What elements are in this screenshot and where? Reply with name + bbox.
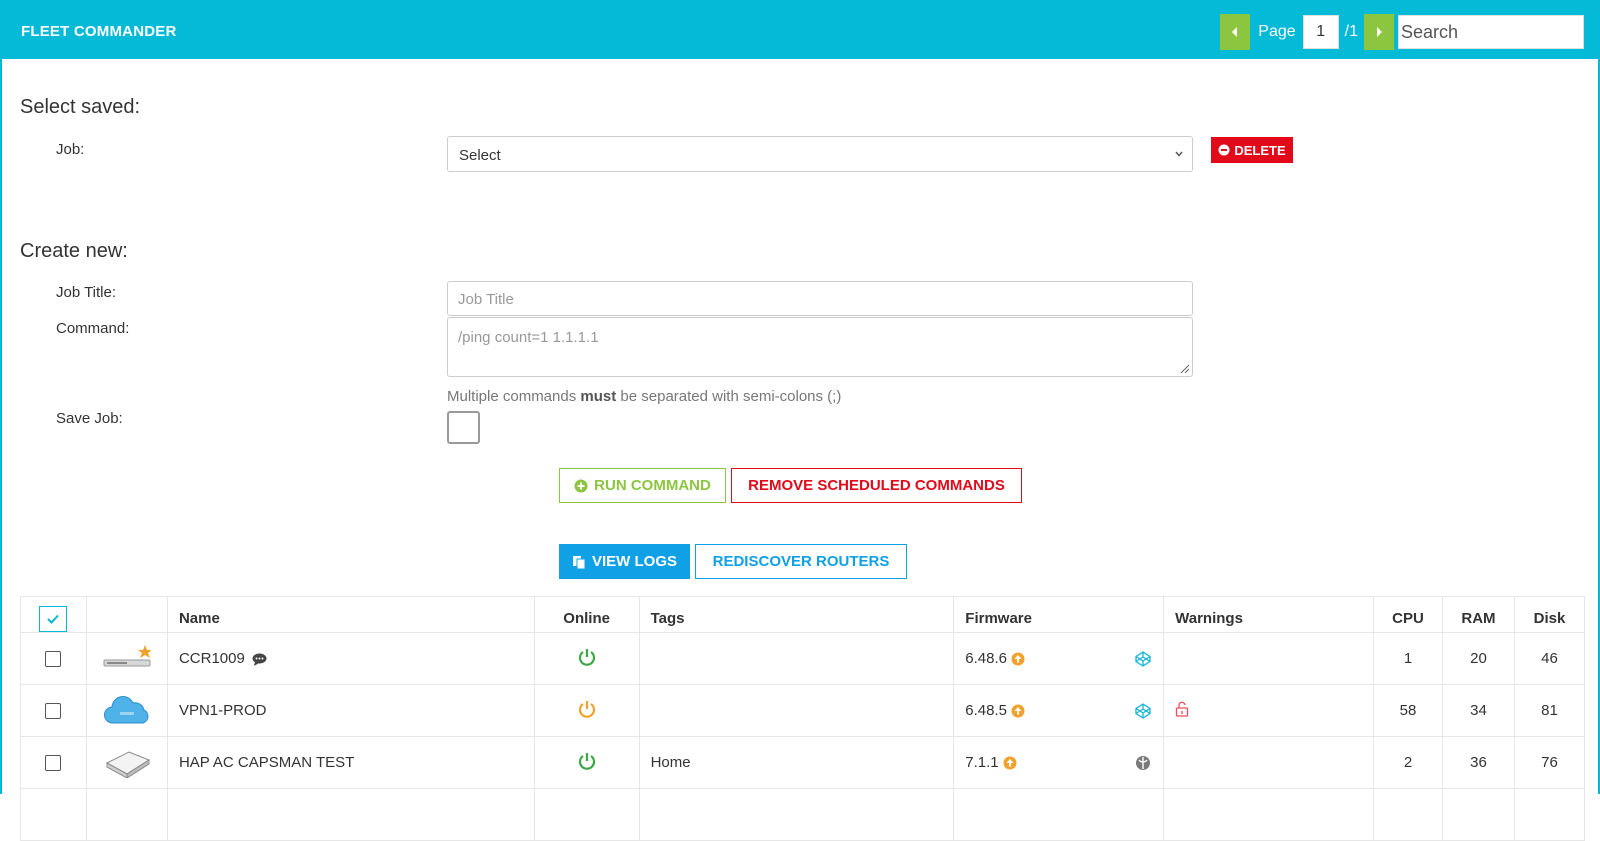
router-warnings	[1163, 632, 1374, 685]
save-job-checkbox[interactable]	[447, 411, 480, 444]
remove-scheduled-label: REMOVE SCHEDULED COMMANDS	[748, 477, 1005, 494]
create-new-heading: Create new:	[20, 240, 128, 262]
firmware-version: 6.48.6	[965, 650, 1007, 667]
command-textarea[interactable]: /ping count=1 1.1.1.1	[447, 317, 1193, 377]
minus-circle-icon	[1218, 144, 1230, 156]
job-select[interactable]: Select	[447, 136, 1193, 172]
hap-router-icon	[103, 748, 151, 779]
cpu-value: 58	[1373, 684, 1443, 737]
app-frame: FLEET COMMANDER Page /1 Select saved: Jo…	[0, 0, 1600, 841]
plus-circle-icon	[574, 479, 588, 492]
copy-icon	[572, 555, 586, 569]
upgrade-arrow-icon[interactable]	[1011, 704, 1025, 718]
app-title: FLEET COMMANDER	[21, 23, 177, 40]
table-row-partial	[20, 788, 1586, 841]
table-row[interactable]: HAP AC CAPSMAN TEST Home 7.1.1 2 36 76	[20, 736, 1586, 789]
unlock-icon[interactable]	[1175, 701, 1189, 717]
ram-value: 20	[1442, 632, 1515, 685]
help-text-bold: must	[580, 388, 617, 405]
chevron-down-icon	[1175, 151, 1183, 157]
check-icon	[47, 614, 59, 624]
router-name[interactable]: HAP AC CAPSMAN TEST	[179, 754, 354, 771]
power-icon	[578, 700, 595, 718]
codepen-icon[interactable]	[1134, 650, 1152, 668]
select-all-checkbox[interactable]	[39, 605, 67, 632]
routers-table: Name Online Tags Firmware Warnings CPU R…	[20, 596, 1586, 841]
row-checkbox[interactable]	[45, 702, 62, 719]
caret-right-icon	[1377, 27, 1382, 37]
page-label: Page	[1258, 23, 1296, 40]
run-command-button[interactable]: RUN COMMAND	[559, 468, 726, 503]
table-header-row: Name Online Tags Firmware Warnings CPU R…	[20, 596, 1586, 633]
save-job-label: Save Job:	[56, 410, 123, 427]
router-warnings	[1163, 736, 1374, 789]
top-bar: FLEET COMMANDER Page /1	[2, 2, 1600, 59]
job-title-input[interactable]: Job Title	[447, 281, 1193, 316]
col-cpu[interactable]: CPU	[1373, 596, 1443, 633]
col-warnings[interactable]: Warnings	[1163, 596, 1374, 633]
command-help-text: Multiple commands must be separated with…	[447, 388, 841, 405]
run-command-label: RUN COMMAND	[594, 477, 711, 494]
firmware-version: 7.1.1	[965, 754, 999, 771]
router-tags	[639, 632, 955, 685]
view-logs-button[interactable]: VIEW LOGS	[559, 544, 690, 579]
router-tags: Home	[639, 736, 955, 789]
rediscover-routers-label: REDISCOVER ROUTERS	[712, 553, 890, 570]
job-label: Job:	[56, 141, 85, 158]
page-total: /1	[1344, 23, 1358, 40]
router-name[interactable]: VPN1-PROD	[179, 702, 267, 719]
cloud-router-icon	[103, 695, 151, 726]
col-online[interactable]: Online	[534, 596, 640, 633]
col-ram[interactable]: RAM	[1442, 596, 1515, 633]
table-row[interactable]: CCR1009 6.48.6 1 20 46	[20, 632, 1586, 685]
command-label: Command:	[56, 320, 130, 337]
delete-label: DELETE	[1234, 142, 1286, 158]
col-tags[interactable]: Tags	[639, 596, 955, 633]
search-input[interactable]	[1398, 15, 1584, 49]
rediscover-routers-button[interactable]: REDISCOVER ROUTERS	[695, 544, 907, 579]
caret-left-icon	[1232, 27, 1238, 37]
cpu-value: 2	[1373, 736, 1443, 789]
pager: Page /1	[1220, 14, 1584, 50]
select-all-header	[20, 596, 87, 633]
upgrade-arrow-icon[interactable]	[1003, 756, 1017, 770]
command-placeholder: /ping count=1 1.1.1.1	[458, 329, 599, 346]
router-name[interactable]: CCR1009	[179, 650, 245, 667]
row-checkbox[interactable]	[45, 650, 62, 667]
help-text-pre: Multiple commands	[447, 388, 577, 405]
cpu-value: 1	[1373, 632, 1443, 685]
col-device	[86, 596, 168, 633]
disk-value: 81	[1514, 684, 1586, 737]
next-page-button[interactable]	[1364, 14, 1394, 50]
router-tags	[639, 684, 955, 737]
codepen-icon[interactable]	[1134, 702, 1152, 720]
firmware-version: 6.48.5	[965, 702, 1007, 719]
ram-value: 36	[1442, 736, 1515, 789]
job-title-label: Job Title:	[56, 284, 117, 301]
rebel-icon[interactable]	[1134, 754, 1152, 772]
page-number-input[interactable]	[1302, 15, 1339, 49]
power-icon	[578, 648, 595, 666]
col-disk[interactable]: Disk	[1514, 596, 1586, 633]
upgrade-arrow-icon[interactable]	[1011, 652, 1025, 666]
job-select-value: Select	[459, 147, 501, 164]
prev-page-button[interactable]	[1220, 14, 1251, 50]
select-saved-heading: Select saved:	[20, 96, 141, 118]
disk-value: 46	[1514, 632, 1586, 685]
table-row[interactable]: VPN1-PROD 6.48.5 58 34 81	[20, 684, 1586, 737]
resize-handle-icon[interactable]	[1178, 362, 1190, 374]
ram-value: 34	[1442, 684, 1515, 737]
col-firmware[interactable]: Firmware	[953, 596, 1165, 633]
view-logs-label: VIEW LOGS	[591, 553, 677, 570]
delete-button[interactable]: DELETE	[1211, 137, 1293, 163]
comment-icon[interactable]	[252, 653, 267, 666]
col-name[interactable]: Name	[167, 596, 535, 633]
power-icon	[578, 752, 595, 770]
remove-scheduled-button[interactable]: REMOVE SCHEDULED COMMANDS	[731, 468, 1022, 503]
help-text-post: be separated with semi-colons (;)	[620, 388, 842, 405]
disk-value: 76	[1514, 736, 1586, 789]
row-checkbox[interactable]	[45, 754, 62, 771]
rack-router-icon	[103, 644, 152, 674]
